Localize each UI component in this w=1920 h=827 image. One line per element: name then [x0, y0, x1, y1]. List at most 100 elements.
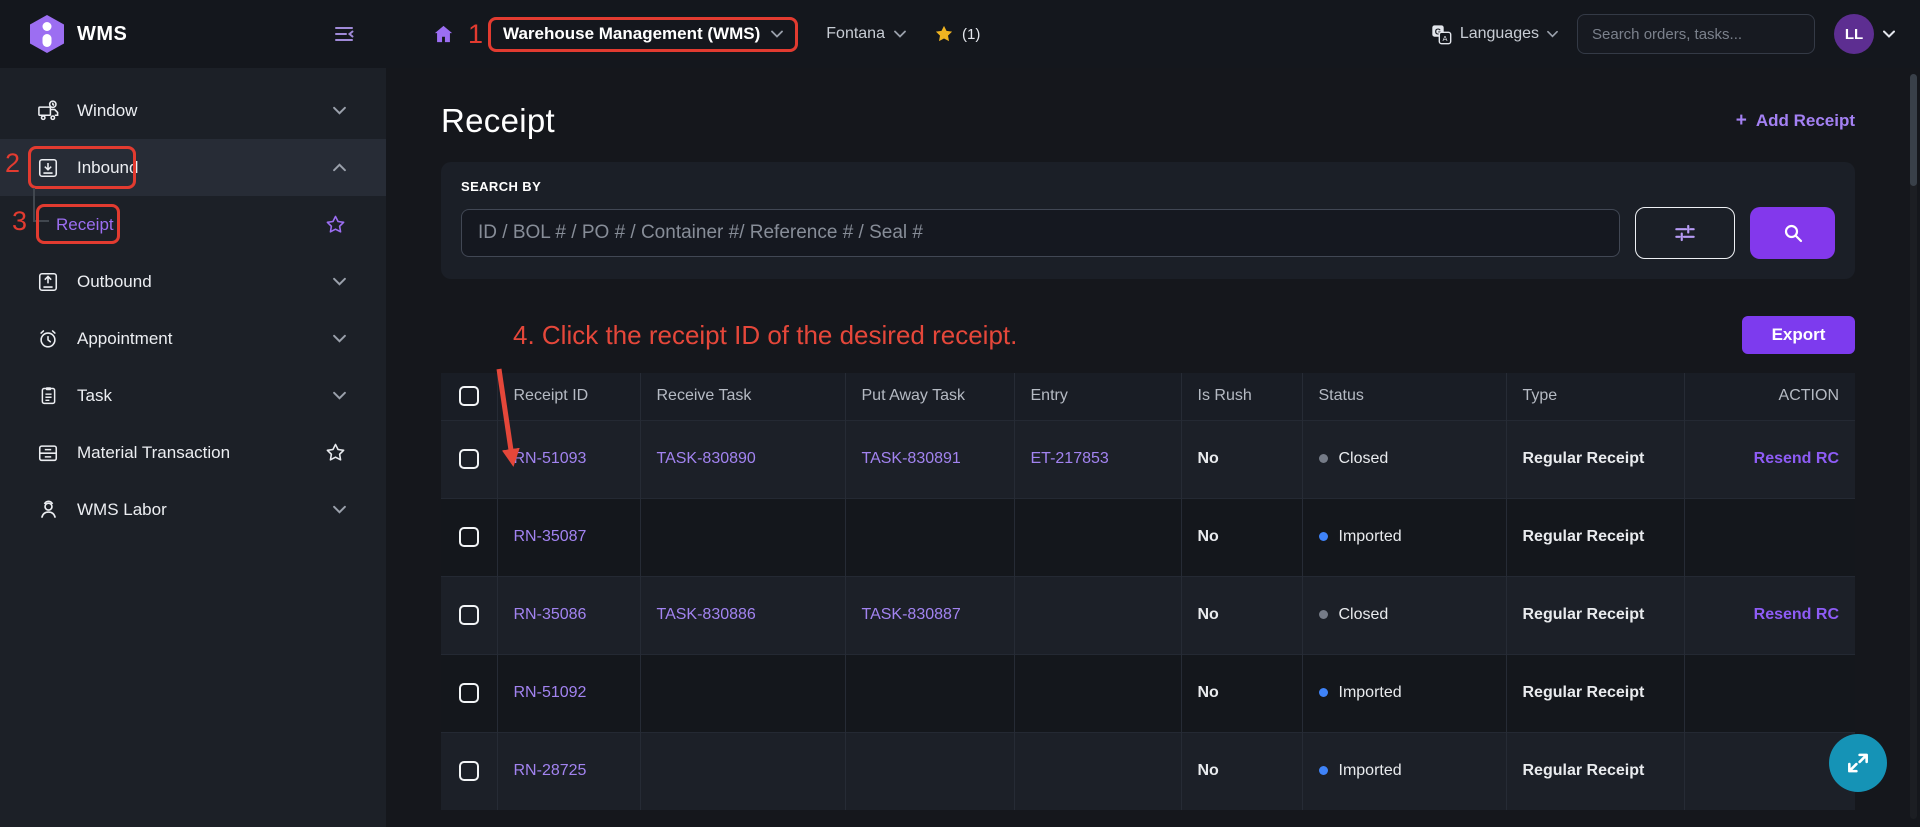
search-icon: [1781, 221, 1805, 245]
row-checkbox[interactable]: [459, 761, 479, 781]
put-away-task-link[interactable]: TASK-830887: [862, 606, 961, 623]
expand-button[interactable]: [1829, 734, 1887, 792]
receipt-id-link[interactable]: RN-28725: [514, 762, 587, 779]
receipt-id-link[interactable]: RN-35087: [514, 528, 587, 545]
chevron-down-icon: [1883, 30, 1895, 38]
topbar-right: G A Languages LL: [1431, 14, 1895, 54]
receive-task-cell: TASK-830886: [640, 576, 845, 654]
is-rush-cell: No: [1181, 420, 1302, 498]
header-receive-task: Receive Task: [640, 373, 845, 420]
star-icon[interactable]: [325, 442, 346, 463]
row-checkbox[interactable]: [459, 683, 479, 703]
status-cell: Imported: [1302, 732, 1506, 810]
inbound-icon: [36, 156, 60, 180]
row-checkbox[interactable]: [459, 449, 479, 469]
receipt-id-cell: RN-28725: [497, 732, 640, 810]
receipt-id-cell: RN-51092: [497, 654, 640, 732]
receive-task-cell: [640, 732, 845, 810]
chevron-down-icon[interactable]: [333, 505, 346, 514]
sidebar-item-window[interactable]: Window: [0, 82, 386, 139]
put-away-task-cell: [845, 732, 1014, 810]
module-selector-label: Warehouse Management (WMS): [503, 24, 760, 44]
expand-icon: [1845, 750, 1871, 776]
status-label: Closed: [1339, 450, 1389, 467]
receive-task-link[interactable]: TASK-830886: [657, 606, 756, 623]
header-entry: Entry: [1014, 373, 1181, 420]
page-title: Receipt: [441, 102, 555, 140]
topbar-main: 1 Warehouse Management (WMS) Fontana (1)…: [386, 0, 1920, 68]
filter-button[interactable]: [1635, 207, 1735, 259]
chevron-down-icon[interactable]: [333, 391, 346, 400]
chevron-up-icon[interactable]: [333, 163, 346, 172]
global-search-input[interactable]: [1577, 14, 1815, 54]
sidebar-item-label: Material Transaction: [77, 443, 230, 463]
status-dot: [1319, 688, 1328, 697]
sidebar-collapse-icon[interactable]: [332, 22, 356, 46]
filter-sliders-icon: [1672, 220, 1698, 246]
site-selector-label: Fontana: [826, 25, 885, 43]
task-icon: [36, 384, 60, 408]
sidebar-item-wms-labor[interactable]: WMS Labor: [0, 481, 386, 538]
receive-task-cell: [640, 654, 845, 732]
tree-connector-line: [33, 188, 49, 222]
sidebar-item-label: Inbound: [77, 158, 138, 178]
annotation-number: 2: [5, 148, 20, 179]
resend-rc-link[interactable]: Resend RC: [1754, 450, 1839, 467]
table-header-row: Receipt ID Receive Task Put Away Task En…: [441, 373, 1855, 420]
header-type: Type: [1506, 373, 1684, 420]
languages-label: Languages: [1460, 25, 1539, 43]
sidebar-item-label: Task: [77, 386, 112, 406]
chevron-down-icon[interactable]: [333, 277, 346, 286]
type-cell: Regular Receipt: [1506, 732, 1684, 810]
star-icon[interactable]: [325, 214, 346, 235]
chevron-down-icon[interactable]: [333, 334, 346, 343]
row-checkbox[interactable]: [459, 527, 479, 547]
put-away-task-link[interactable]: TASK-830891: [862, 450, 961, 467]
resend-rc-link[interactable]: Resend RC: [1754, 606, 1839, 623]
entry-cell: ET-217853: [1014, 420, 1181, 498]
receipt-id-link[interactable]: RN-35086: [514, 606, 587, 623]
page-scrollbar[interactable]: [1910, 74, 1917, 819]
receipt-search-input[interactable]: [461, 209, 1620, 257]
status-cell: Closed: [1302, 576, 1506, 654]
receipt-id-cell: RN-51093: [497, 420, 640, 498]
receive-task-link[interactable]: TASK-830890: [657, 450, 756, 467]
scrollbar-thumb[interactable]: [1910, 74, 1917, 186]
header-receipt-id: Receipt ID: [497, 373, 640, 420]
export-button[interactable]: Export: [1742, 316, 1855, 354]
row-checkbox[interactable]: [459, 605, 479, 625]
user-menu[interactable]: LL: [1834, 14, 1895, 54]
languages-dropdown[interactable]: G A Languages: [1431, 24, 1558, 45]
sidebar-item-inbound[interactable]: Inbound 2: [0, 139, 386, 196]
sidebar-item-appointment[interactable]: Appointment: [0, 310, 386, 367]
sidebar-item-task[interactable]: Task: [0, 367, 386, 424]
receipt-id-link[interactable]: RN-51092: [514, 684, 587, 701]
sidebar-item-label: Appointment: [77, 329, 172, 349]
sidebar-item-material-transaction[interactable]: Material Transaction: [0, 424, 386, 481]
receipt-id-link[interactable]: RN-51093: [514, 450, 587, 467]
checkbox-cell: [441, 420, 497, 498]
add-receipt-label: Add Receipt: [1756, 111, 1855, 131]
topbar: WMS 1 Warehouse Management (WMS) Fontana…: [0, 0, 1920, 68]
avatar[interactable]: LL: [1834, 14, 1874, 54]
sidebar-item-label: WMS Labor: [77, 500, 167, 520]
put-away-task-cell: [845, 498, 1014, 576]
site-selector-dropdown[interactable]: Fontana: [826, 25, 906, 43]
sidebar-item-label: Outbound: [77, 272, 152, 292]
search-button[interactable]: [1750, 207, 1835, 259]
add-receipt-button[interactable]: + Add Receipt: [1736, 110, 1855, 132]
select-all-checkbox[interactable]: [459, 386, 479, 406]
appointment-icon: [36, 327, 60, 351]
entry-link[interactable]: ET-217853: [1031, 450, 1109, 467]
status-dot: [1319, 532, 1328, 541]
type-cell: Regular Receipt: [1506, 420, 1684, 498]
sidebar-item-receipt[interactable]: Receipt3: [0, 196, 386, 253]
sidebar-item-outbound[interactable]: Outbound: [0, 253, 386, 310]
favorites-group[interactable]: (1): [934, 24, 980, 44]
module-selector-dropdown[interactable]: Warehouse Management (WMS): [488, 17, 798, 52]
action-cell: Resend RC: [1684, 576, 1855, 654]
status-label: Imported: [1339, 762, 1402, 779]
home-icon[interactable]: [432, 23, 455, 46]
chevron-down-icon[interactable]: [333, 106, 346, 115]
status-dot: [1319, 766, 1328, 775]
